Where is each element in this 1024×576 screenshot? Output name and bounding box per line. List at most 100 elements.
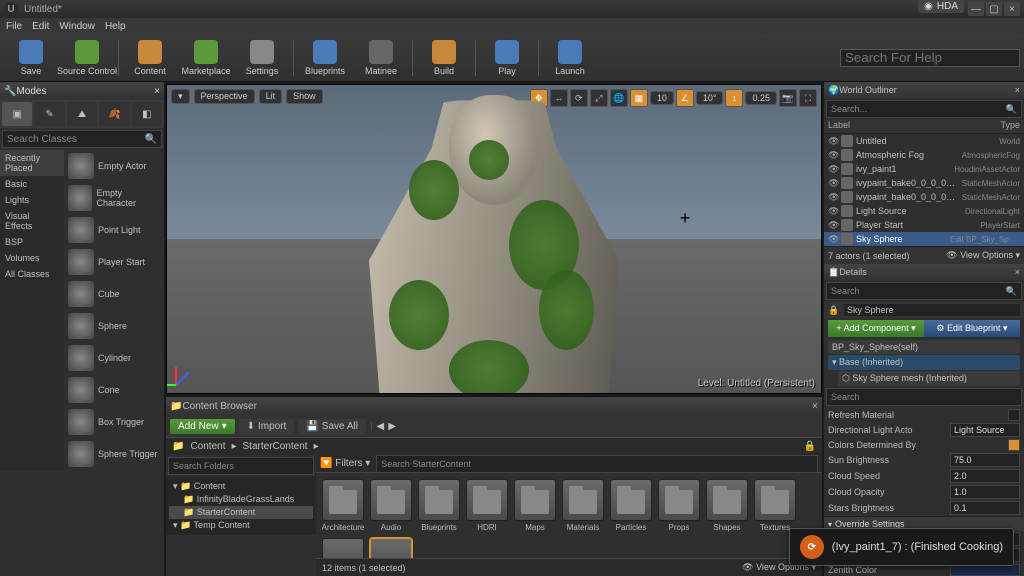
mode-paint-tab[interactable]: ✎ <box>34 102 64 126</box>
content-lock-icon[interactable]: 🔒 <box>804 441 816 452</box>
actor-player-start[interactable]: Player Start <box>64 246 164 278</box>
save-all-button[interactable]: 💾 Save All <box>298 419 366 434</box>
toolbar-settings-button[interactable]: Settings <box>235 36 289 80</box>
visibility-icon[interactable]: 👁 <box>828 192 838 203</box>
component-mesh[interactable]: ⬡ Sky Sphere mesh (Inherited) <box>838 371 1020 386</box>
search-classes-input[interactable]: Search Classes🔍 <box>2 130 162 148</box>
asset-hdri[interactable]: HDRI <box>466 479 508 532</box>
asset-blueprints[interactable]: Blueprints <box>418 479 460 532</box>
outliner-row[interactable]: 👁ivypaint_bake0_0_0_0_0_main_geoStaticMe… <box>824 176 1024 190</box>
asset-particles[interactable]: Particles <box>610 479 652 532</box>
angle-snap-icon[interactable]: ∠ <box>676 89 694 107</box>
mode-geometry-tab[interactable]: ◧ <box>132 102 162 126</box>
toolbar-source-control-button[interactable]: Source Control <box>60 36 114 80</box>
add-new-button[interactable]: Add New ▾ <box>170 419 235 434</box>
actor-empty-actor[interactable]: Empty Actor <box>64 150 164 182</box>
content-browser-close-icon[interactable]: × <box>812 401 818 412</box>
grid-snap-icon[interactable]: ▦ <box>630 89 648 107</box>
outliner-row[interactable]: 👁UntitledWorld <box>824 134 1024 148</box>
menu-help[interactable]: Help <box>105 21 126 32</box>
outliner-search-input[interactable]: Search...🔍 <box>826 100 1022 118</box>
maximize-viewport-icon[interactable]: ⛶ <box>799 89 817 107</box>
value-input[interactable]: 75.0 <box>950 453 1020 467</box>
mode-place-tab[interactable]: ▣ <box>2 102 32 126</box>
value-input[interactable]: 1.0 <box>950 485 1020 499</box>
viewport-perspective-button[interactable]: Perspective <box>194 89 255 104</box>
path-back-icon[interactable]: ◀ <box>377 421 385 432</box>
angle-snap-value[interactable]: 10° <box>696 91 724 105</box>
toolbar-save-button[interactable]: Save <box>4 36 58 80</box>
outliner-row[interactable]: 👁Light SourceDirectionalLight <box>824 204 1024 218</box>
filters-button[interactable]: 🔽 Filters ▾ <box>320 458 370 469</box>
notification-toast[interactable]: ⟳ (Ivy_paint1_7) : (Finished Cooking) <box>789 528 1014 566</box>
viewport-lit-button[interactable]: Lit <box>259 89 283 104</box>
asset-ivypaint[interactable]: ivypaint <box>322 538 364 558</box>
camera-speed-icon[interactable]: 📷 <box>779 89 797 107</box>
menu-window[interactable]: Window <box>59 21 95 32</box>
asset-maps[interactable]: Maps <box>514 479 556 532</box>
visibility-icon[interactable]: 👁 <box>828 164 838 175</box>
asset-shapes[interactable]: Shapes <box>706 479 748 532</box>
category-all-classes[interactable]: All Classes <box>0 266 64 282</box>
visibility-icon[interactable]: 👁 <box>828 178 838 189</box>
add-component-button[interactable]: + Add Component ▾ <box>828 320 924 337</box>
category-lights[interactable]: Lights <box>0 192 64 208</box>
grid-snap-value[interactable]: 10 <box>650 91 674 105</box>
value-input[interactable]: Light Source <box>950 423 1020 437</box>
scale-snap-value[interactable]: 0.25 <box>745 91 777 105</box>
close-button[interactable]: × <box>1004 2 1020 16</box>
visibility-icon[interactable]: 👁 <box>828 206 838 217</box>
actor-empty-character[interactable]: Empty Character <box>64 182 164 214</box>
asset-textures[interactable]: Textures <box>754 479 796 532</box>
modes-close-icon[interactable]: × <box>154 86 160 97</box>
tree-temp-content[interactable]: ▾ 📁 Temp Content <box>169 519 313 532</box>
outliner-row[interactable]: 👁ivy_paint1HoudiniAssetActor <box>824 162 1024 176</box>
toolbar-content-button[interactable]: Content <box>123 36 177 80</box>
menu-file[interactable]: File <box>6 21 22 32</box>
outliner-row[interactable]: 👁Atmospheric FogAtmosphericFog <box>824 148 1024 162</box>
actor-point-light[interactable]: Point Light <box>64 214 164 246</box>
lock-icon[interactable]: 🔒 <box>828 305 840 316</box>
visibility-icon[interactable]: 👁 <box>828 220 838 231</box>
mode-foliage-tab[interactable]: 🍂 <box>99 102 129 126</box>
asset-props[interactable]: Props <box>658 479 700 532</box>
toolbar-marketplace-button[interactable]: Marketplace <box>179 36 233 80</box>
outliner-row[interactable]: 👁Sky SphereEdit BP_Sky_Sphere <box>824 232 1024 246</box>
breadcrumb-starter[interactable]: StarterContent <box>243 441 308 452</box>
toolbar-play-button[interactable]: Play <box>480 36 534 80</box>
minimize-button[interactable]: — <box>968 2 984 16</box>
help-search-input[interactable] <box>840 49 1020 67</box>
category-recently-placed[interactable]: Recently Placed <box>0 150 64 176</box>
toolbar-matinee-button[interactable]: Matinee <box>354 36 408 80</box>
value-input[interactable]: 2.0 <box>950 469 1020 483</box>
outliner-view-options[interactable]: 👁 View Options ▾ <box>946 250 1020 261</box>
search-assets-input[interactable]: Search StarterContent <box>376 455 818 473</box>
actor-sphere-trigger[interactable]: Sphere Trigger <box>64 438 164 470</box>
asset-architecture[interactable]: Architecture <box>322 479 364 532</box>
tree-infinitybladegrasslands[interactable]: 📁 InfinityBladeGrassLands <box>169 493 313 506</box>
scale-snap-icon[interactable]: ↕ <box>725 89 743 107</box>
path-fwd-icon[interactable]: ▶ <box>388 421 396 432</box>
value-input[interactable]: 0.1 <box>950 501 1020 515</box>
component-root[interactable]: BP_Sky_Sphere(self) <box>828 340 1020 354</box>
hda-badge[interactable]: ◉HDA <box>918 0 964 13</box>
details-prop-search-input[interactable]: Search <box>826 388 1022 406</box>
edit-blueprint-button[interactable]: ⚙ Edit Blueprint ▾ <box>924 320 1020 337</box>
actor-box-trigger[interactable]: Box Trigger <box>64 406 164 438</box>
category-bsp[interactable]: BSP <box>0 234 64 250</box>
details-close-icon[interactable]: × <box>1015 267 1020 277</box>
category-visual-effects[interactable]: Visual Effects <box>0 208 64 234</box>
actor-cylinder[interactable]: Cylinder <box>64 342 164 374</box>
toolbar-build-button[interactable]: Build <box>417 36 471 80</box>
component-base[interactable]: ▾ Base (Inherited) <box>828 355 1020 370</box>
viewport[interactable]: ▾ Perspective Lit Show ✥ ↔ ⟳ ⤢ 🌐 ▦ 10 ∠ … <box>166 84 822 394</box>
mode-landscape-tab[interactable]: ⛰ <box>67 102 97 126</box>
asset-ivypaint-bake0-0-0-0-main-geo[interactable]: ivypaint_bake0_0_0_0_main_geo <box>370 538 412 558</box>
details-search-input[interactable]: Search🔍 <box>826 282 1022 300</box>
visibility-icon[interactable]: 👁 <box>828 150 838 161</box>
actor-cube[interactable]: Cube <box>64 278 164 310</box>
import-button[interactable]: ⬇ Import <box>239 419 295 434</box>
object-name-field[interactable]: Sky Sphere <box>844 304 1020 316</box>
asset-audio[interactable]: Audio <box>370 479 412 532</box>
tree-content[interactable]: ▾ 📁 Content <box>169 480 313 493</box>
